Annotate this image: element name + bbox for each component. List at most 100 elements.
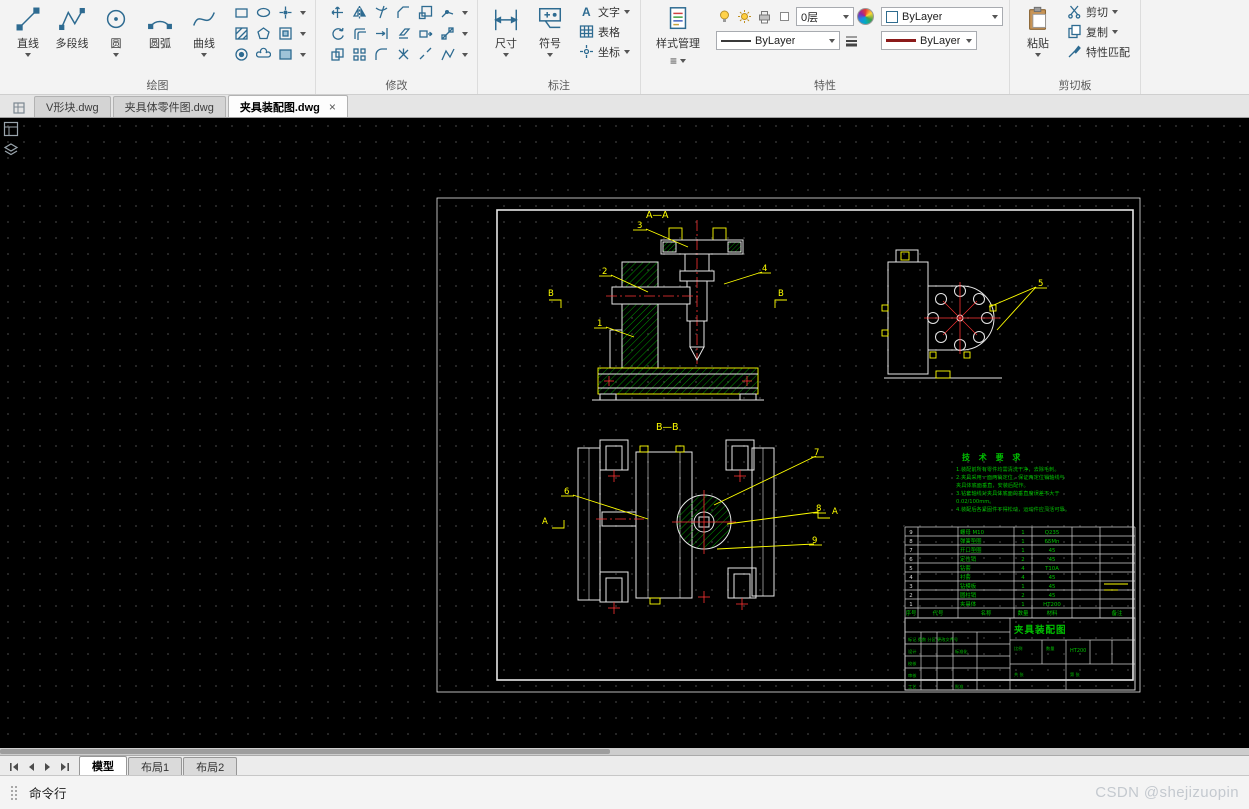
list-icon[interactable]: ≡ bbox=[670, 54, 677, 68]
tech-requirements-title: 技 术 要 求 bbox=[962, 452, 1023, 462]
first-tab-icon[interactable] bbox=[9, 762, 19, 772]
chevron-down-icon[interactable] bbox=[25, 53, 31, 57]
chevron-down-icon[interactable] bbox=[459, 3, 471, 23]
point-tool-icon[interactable] bbox=[275, 3, 295, 23]
region-tool-icon[interactable] bbox=[275, 24, 295, 44]
table-tool-button[interactable]: 表格 bbox=[575, 22, 634, 41]
drag-handle-icon[interactable] bbox=[10, 785, 19, 800]
array-tool-icon[interactable] bbox=[349, 45, 369, 65]
scale-tool-icon[interactable] bbox=[415, 3, 435, 23]
circle-tool-button[interactable]: 圆 bbox=[94, 2, 138, 57]
color-wheel-icon[interactable] bbox=[857, 8, 874, 25]
tab-model[interactable]: 模型 bbox=[79, 756, 127, 775]
svg-text:名称: 名称 bbox=[981, 609, 992, 617]
offset-tool-icon[interactable] bbox=[349, 24, 369, 44]
match-properties-label: 特性匹配 bbox=[1086, 46, 1130, 59]
symbol-button[interactable]: 符号 bbox=[528, 2, 572, 57]
align-tool-icon[interactable] bbox=[437, 24, 457, 44]
lineweight-select[interactable]: ByLayer bbox=[881, 31, 977, 50]
explode-tool-icon[interactable] bbox=[393, 45, 413, 65]
chamfer-tool-icon[interactable] bbox=[393, 3, 413, 23]
mirror-tool-icon[interactable] bbox=[349, 3, 369, 23]
line-icon bbox=[16, 7, 40, 31]
chevron-down-icon[interactable] bbox=[297, 45, 309, 65]
spline-icon bbox=[193, 12, 215, 26]
copy-tool-icon[interactable] bbox=[327, 45, 347, 65]
arc-tool-button[interactable]: 圆弧 bbox=[138, 2, 182, 51]
break-tool-icon[interactable] bbox=[415, 45, 435, 65]
layer-lock-icon[interactable] bbox=[776, 8, 793, 25]
modify-group-label: 修改 bbox=[385, 80, 408, 92]
revcloud-tool-icon[interactable] bbox=[253, 45, 273, 65]
chevron-down-icon[interactable] bbox=[547, 53, 553, 57]
tab-v-block-dwg[interactable]: V形块.dwg bbox=[34, 96, 111, 117]
current-linetype-value: ByLayer bbox=[755, 34, 796, 47]
dimension-button[interactable]: 尺寸 bbox=[484, 2, 528, 57]
polyline-tool-button[interactable]: 多段线 bbox=[50, 2, 94, 51]
sheet-set-icon[interactable] bbox=[8, 99, 30, 117]
trim-tool-icon[interactable] bbox=[371, 3, 391, 23]
coordinate-tool-button[interactable]: 坐标 bbox=[575, 42, 634, 61]
close-icon[interactable]: × bbox=[329, 101, 336, 113]
gradient-tool-icon[interactable] bbox=[275, 45, 295, 65]
svg-text:弹簧垫圈: 弹簧垫圈 bbox=[960, 537, 982, 545]
donut-tool-icon[interactable] bbox=[231, 45, 251, 65]
join-tool-icon[interactable] bbox=[437, 3, 457, 23]
ellipse-tool-icon[interactable] bbox=[253, 3, 273, 23]
chevron-down-icon[interactable] bbox=[297, 3, 309, 23]
style-manager-button[interactable]: 样式管理 ≡ bbox=[647, 2, 709, 68]
chevron-down-icon[interactable] bbox=[1035, 53, 1041, 57]
linetype-select[interactable]: ByLayer bbox=[716, 31, 840, 50]
hatch-tool-icon[interactable] bbox=[231, 24, 251, 44]
erase-tool-icon[interactable] bbox=[393, 24, 413, 44]
tab-fixture-part-dwg[interactable]: 夹具体零件图.dwg bbox=[112, 96, 226, 117]
pedit-tool-icon[interactable] bbox=[437, 45, 457, 65]
svg-text:代号: 代号 bbox=[933, 609, 944, 617]
lineweight-list-icon[interactable] bbox=[843, 32, 860, 49]
tab-layout1[interactable]: 布局1 bbox=[128, 757, 183, 775]
chevron-down-icon[interactable] bbox=[201, 53, 207, 57]
text-tool-button[interactable]: A 文字 bbox=[575, 2, 634, 21]
rectangle-tool-icon[interactable] bbox=[231, 3, 251, 23]
chevron-down-icon[interactable] bbox=[503, 53, 509, 57]
chevron-down-icon[interactable] bbox=[1112, 29, 1118, 34]
svg-text:1: 1 bbox=[909, 602, 912, 608]
cut-button[interactable]: 剪切 bbox=[1063, 2, 1134, 21]
color-select[interactable]: ByLayer bbox=[881, 7, 1003, 26]
layer-freeze-sun-icon[interactable] bbox=[736, 8, 753, 25]
tab-layout2[interactable]: 布局2 bbox=[183, 757, 238, 775]
last-tab-icon[interactable] bbox=[60, 762, 70, 772]
horizontal-scrollbar[interactable] bbox=[0, 748, 1249, 755]
symbol-label: 符号 bbox=[539, 38, 561, 50]
extend-tool-icon[interactable] bbox=[371, 24, 391, 44]
prev-tab-icon[interactable] bbox=[26, 762, 36, 772]
copy-button[interactable]: 复制 bbox=[1063, 22, 1134, 41]
ribbon-group-draw: 直线 多段线 圆 圆弧 曲线 绘图 bbox=[0, 0, 316, 94]
chevron-down-icon[interactable] bbox=[113, 53, 119, 57]
chevron-down-icon[interactable] bbox=[297, 24, 309, 44]
chevron-down-icon[interactable] bbox=[459, 45, 471, 65]
layer-on-bulb-icon[interactable] bbox=[716, 8, 733, 25]
layer-plot-printer-icon[interactable] bbox=[756, 8, 773, 25]
layer-select[interactable]: 0层 bbox=[796, 7, 854, 26]
chevron-down-icon[interactable] bbox=[624, 9, 630, 14]
move-tool-icon[interactable] bbox=[327, 3, 347, 23]
chevron-down-icon[interactable] bbox=[624, 49, 630, 54]
line-tool-button[interactable]: 直线 bbox=[6, 2, 50, 57]
chevron-down-icon[interactable] bbox=[680, 59, 686, 63]
tab-fixture-assembly-dwg[interactable]: 夹具装配图.dwg × bbox=[227, 95, 348, 117]
polygon-tool-icon[interactable] bbox=[253, 24, 273, 44]
match-properties-button[interactable]: 特性匹配 bbox=[1063, 42, 1134, 61]
spline-tool-button[interactable]: 曲线 bbox=[182, 2, 226, 57]
chevron-down-icon[interactable] bbox=[1112, 9, 1118, 14]
paste-button[interactable]: 粘贴 bbox=[1016, 2, 1060, 57]
scrollbar-thumb[interactable] bbox=[0, 749, 610, 754]
drawing-canvas[interactable]: B B A—A 1 2 3 4 5 B—B A A 6 7 8 9 技 术 要 … bbox=[0, 118, 1249, 755]
command-line-label[interactable]: 命令行 bbox=[29, 783, 67, 802]
fillet-tool-icon[interactable] bbox=[371, 45, 391, 65]
next-tab-icon[interactable] bbox=[43, 762, 53, 772]
stretch-tool-icon[interactable] bbox=[415, 24, 435, 44]
rotate-tool-icon[interactable] bbox=[327, 24, 347, 44]
svg-text:1: 1 bbox=[1021, 539, 1024, 545]
chevron-down-icon[interactable] bbox=[459, 24, 471, 44]
